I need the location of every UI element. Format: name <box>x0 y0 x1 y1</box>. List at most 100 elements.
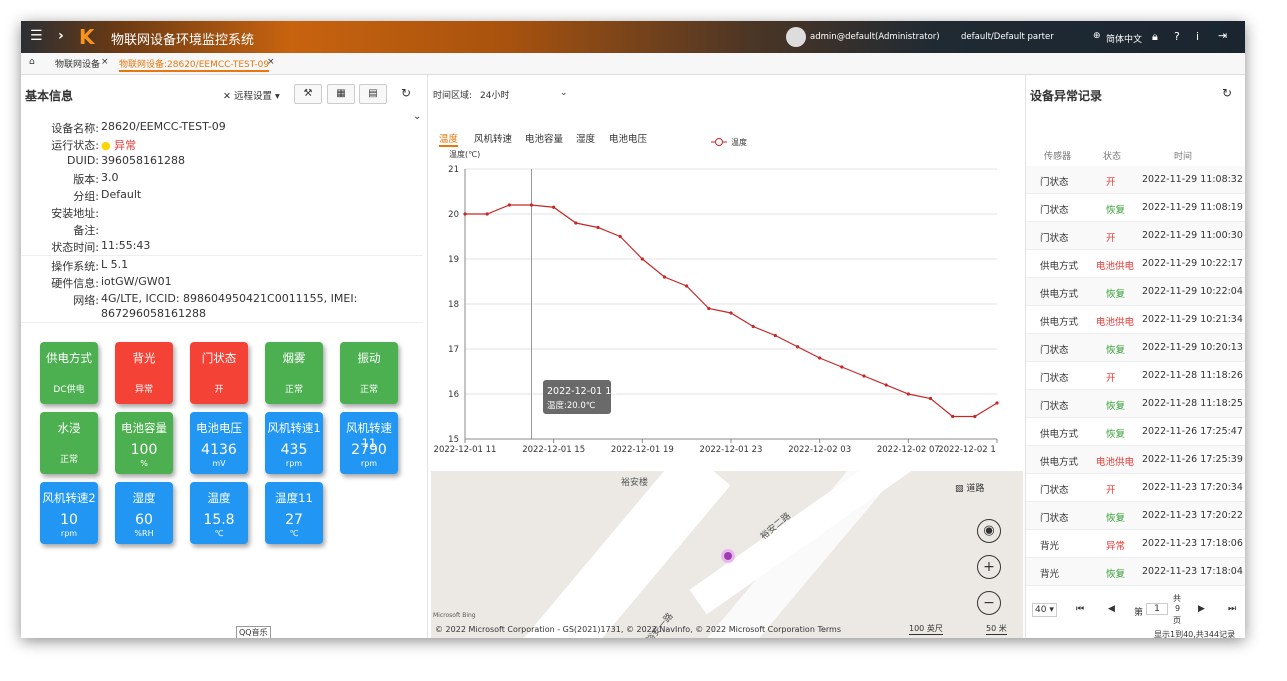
sensor-tile[interactable]: 水浸 正常 <box>40 412 98 474</box>
help-icon[interactable]: ? <box>1174 30 1180 43</box>
tile-unit: rpm <box>285 459 303 468</box>
info-key: 备注: <box>73 224 99 237</box>
remote-settings-dropdown[interactable]: ✕ 远程设置 ▾ <box>223 88 280 102</box>
tab-device-detail[interactable]: 物联网设备:28620/EEMCC-TEST-09 <box>119 57 270 72</box>
chevron-down-icon[interactable]: ⌄ <box>413 111 421 122</box>
sensor-tile[interactable]: 电池容量 100% <box>115 412 173 474</box>
last-page-icon[interactable]: ⏭ <box>1228 604 1236 614</box>
sensor-tile[interactable]: 电池电压 4136 mV <box>190 412 248 474</box>
cell-status: 开 <box>1106 177 1116 188</box>
table-row[interactable]: 背光 恢复 2022-11-23 17:18:04 <box>1026 558 1245 586</box>
table-row[interactable]: 门状态 开 2022-11-23 17:20:34 <box>1026 474 1245 502</box>
sensor-tile[interactable]: 风机转速11 2790 rpm <box>340 412 398 474</box>
table-row[interactable]: 门状态 恢复 2022-11-29 10:20:13 <box>1026 334 1245 362</box>
next-page-icon[interactable]: ▶ <box>1198 604 1205 614</box>
prev-page-icon[interactable]: ◀ <box>1108 604 1115 614</box>
data-point <box>685 284 689 288</box>
tile-status: 异常 <box>134 385 153 395</box>
tile-unit: rpm <box>360 459 378 468</box>
tile-title: 供电方式 <box>46 351 92 365</box>
column-header[interactable]: 状态 <box>1103 149 1121 162</box>
total-pages: 9 <box>1175 604 1181 613</box>
wrench-icon[interactable]: ⚒ <box>294 84 322 104</box>
table-row[interactable]: 供电方式 恢复 2022-11-26 17:25:47 <box>1026 418 1245 446</box>
sensor-tile[interactable]: 风机转速1 435 rpm <box>265 412 323 474</box>
user-name[interactable]: admin@default(Administrator) <box>810 32 940 42</box>
locate-icon[interactable]: ◉ <box>977 519 1001 543</box>
table-row[interactable]: 供电方式 恢复 2022-11-29 10:22:04 <box>1026 278 1245 306</box>
table-row[interactable]: 背光 异常 2022-11-23 17:18:06 <box>1026 530 1245 558</box>
table-row[interactable]: 供电方式 电池供电 2022-11-26 17:25:39 <box>1026 446 1245 474</box>
data-point <box>973 414 977 419</box>
column-header[interactable]: 时间 <box>1174 149 1192 162</box>
tenant-name[interactable]: default/Default parter <box>961 32 1054 42</box>
tile-value: 100 <box>130 442 158 458</box>
refresh-icon[interactable]: ↻ <box>1222 86 1232 100</box>
table-row[interactable]: 门状态 开 2022-11-29 11:08:32 <box>1026 166 1245 194</box>
sensor-tile[interactable]: 门状态开 <box>190 342 248 404</box>
page-size-select[interactable]: 40 ▾ <box>1032 603 1057 617</box>
tab-close-icon[interactable]: × <box>101 57 109 67</box>
sensor-tile[interactable]: 温度11 27 ℃ <box>265 482 323 544</box>
cell-time: 2022-11-26 17:25:47 <box>1142 426 1243 437</box>
home-icon[interactable]: ⌂ <box>29 57 35 67</box>
table-row[interactable]: 门状态 开 2022-11-29 11:00:30 <box>1026 222 1245 250</box>
sensor-tile[interactable]: 背光 异常 <box>115 342 173 404</box>
total-label: 页 <box>1173 616 1181 625</box>
first-page-icon[interactable]: ⏮ <box>1076 604 1084 614</box>
page-input[interactable]: 1 <box>1146 603 1168 615</box>
data-point <box>773 333 777 338</box>
cell-status: 电池供电 <box>1096 261 1135 272</box>
language-selector[interactable]: 简体中文 <box>1106 32 1142 45</box>
info-value: L 5.1 <box>101 258 129 271</box>
table-row[interactable]: 门状态 恢复 2022-11-23 17:20:22 <box>1026 502 1245 530</box>
cell-time: 2022-11-29 11:08:32 <box>1142 174 1243 185</box>
tile-status: 正常 <box>59 455 78 465</box>
sensor-tile[interactable]: 风机转速2 10 rpm <box>40 482 98 544</box>
cell-time: 2022-11-28 11:18:26 <box>1142 370 1243 381</box>
x-tick-label: 2022-12-02 07 <box>877 445 940 455</box>
data-point <box>662 275 667 279</box>
expand-icon[interactable]: › <box>58 28 64 44</box>
info-key: 状态时间: <box>51 241 99 254</box>
tile-unit: %RH <box>134 529 154 538</box>
globe-icon[interactable]: ⊕ <box>1093 31 1101 41</box>
tile-title: 电池电压 <box>196 421 242 435</box>
data-point <box>795 345 800 349</box>
tile-value: 2790 <box>351 442 387 458</box>
avatar[interactable] <box>786 27 806 47</box>
data-point <box>928 396 933 401</box>
location-pin-icon[interactable] <box>721 549 735 563</box>
table-row[interactable]: 供电方式 电池供电 2022-11-29 10:21:34 <box>1026 306 1245 334</box>
table-row[interactable]: 供电方式 电池供电 2022-11-29 10:22:17 <box>1026 250 1245 278</box>
data-point <box>862 374 866 378</box>
logout-icon[interactable]: ⇥ <box>1218 29 1227 42</box>
table-row[interactable]: 门状态 开 2022-11-28 11:18:26 <box>1026 362 1245 390</box>
sensor-tile[interactable]: 湿度 60 %RH <box>115 482 173 544</box>
sensor-tile[interactable]: 温度 15.8 ℃ <box>190 482 248 544</box>
tab-close-icon[interactable]: × <box>267 57 275 67</box>
column-header[interactable]: 传感器 <box>1044 149 1071 162</box>
map-view[interactable]: 裕安楼 裕安二路 裕安一路 ▧ 道路 ◉ + − Microsoft Bing … <box>431 471 1023 638</box>
document-icon[interactable]: ▤ <box>359 84 387 104</box>
sensor-tile[interactable]: 烟雾 正常 <box>265 342 323 404</box>
menu-icon[interactable]: ☰ <box>30 28 43 44</box>
tile-unit: % <box>140 459 148 468</box>
sensor-tile[interactable]: 供电方式 DC供电 <box>40 342 98 404</box>
range-select[interactable]: 24小时 ⌄ <box>480 88 572 101</box>
info-icon[interactable]: i <box>1196 30 1199 43</box>
info-row: 分组: Default <box>73 188 142 203</box>
tile-unit: ℃ <box>214 529 224 538</box>
info-value: Default <box>101 188 142 201</box>
map-layer-toggle[interactable]: ▧ 道路 <box>955 481 984 494</box>
tab-devices[interactable]: 物联网设备 <box>55 57 100 70</box>
refresh-icon[interactable]: ↻ <box>401 86 411 100</box>
data-point <box>552 205 556 209</box>
table-row[interactable]: 门状态 恢复 2022-11-29 11:08:19 <box>1026 194 1245 222</box>
table-row[interactable]: 门状态 恢复 2022-11-28 11:18:25 <box>1026 390 1245 418</box>
lock-icon[interactable]: 🔒︎ <box>1152 30 1158 44</box>
zoom-in-icon[interactable]: + <box>977 555 1001 579</box>
zoom-out-icon[interactable]: − <box>977 591 1001 615</box>
sensor-tile[interactable]: 振动 正常 <box>340 342 398 404</box>
grid-icon[interactable]: ▦ <box>327 84 355 104</box>
